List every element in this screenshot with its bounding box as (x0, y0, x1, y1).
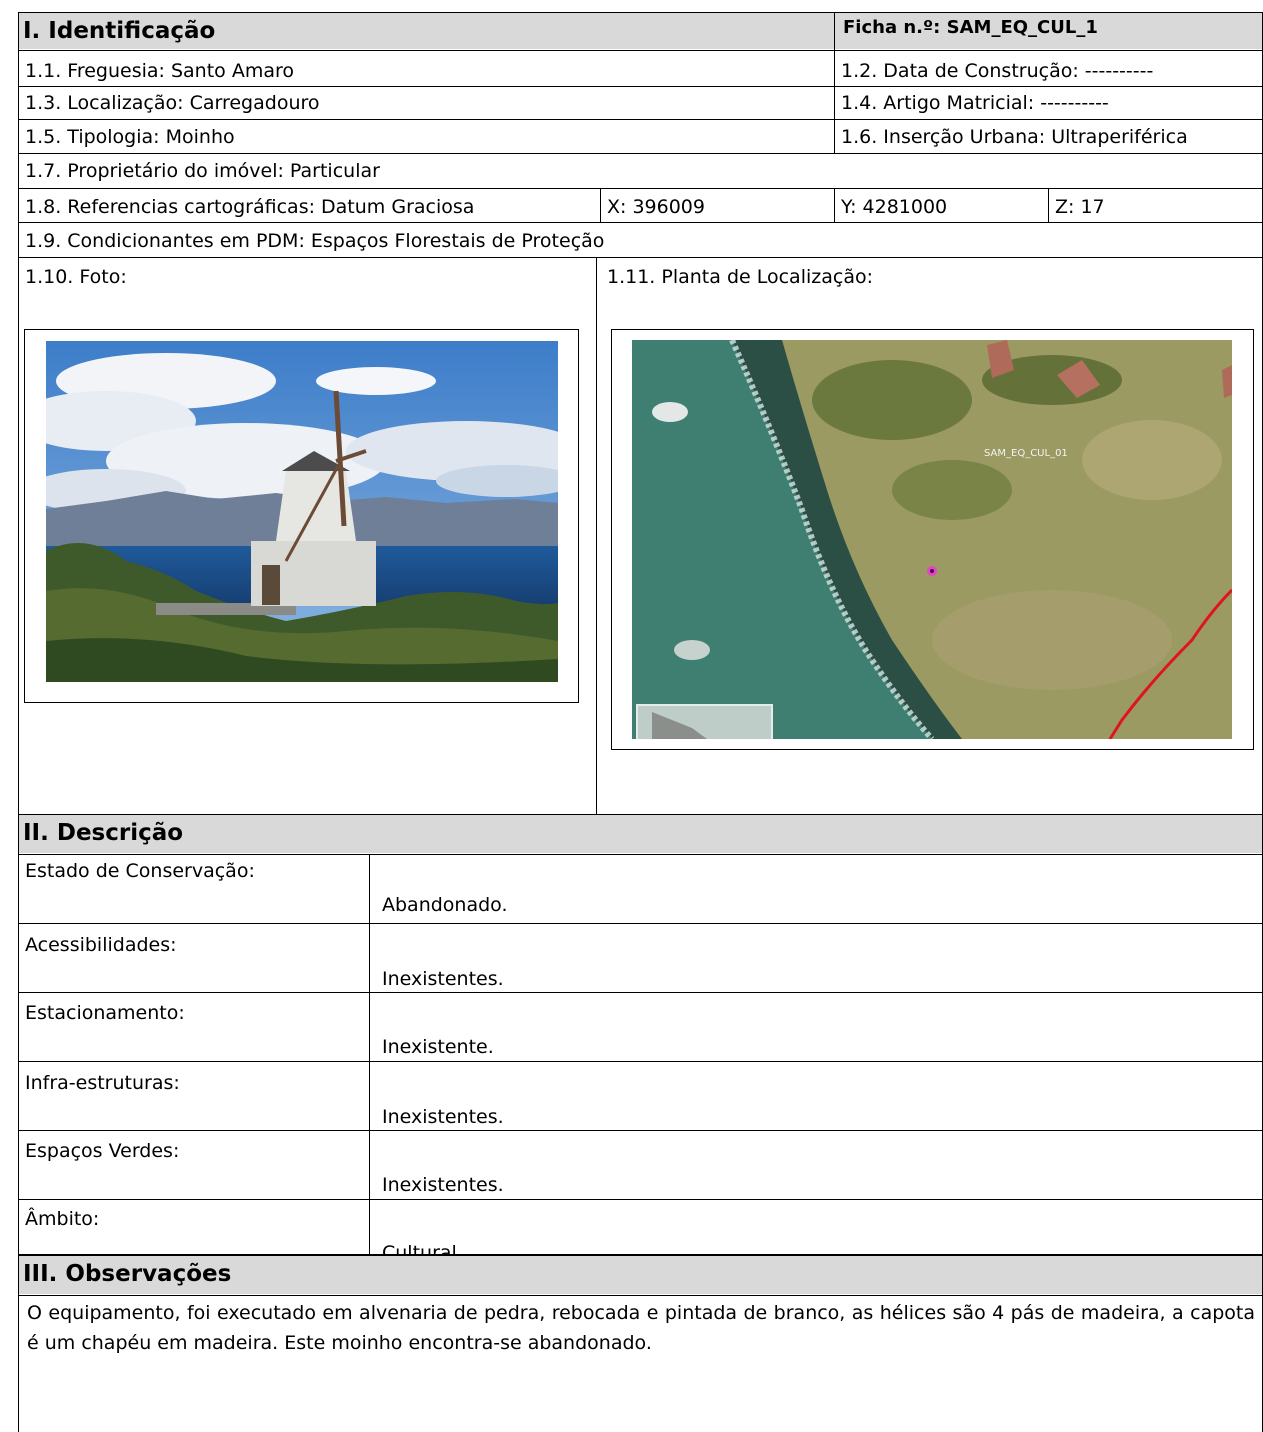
descricao-label-estacionamento: Estacionamento: (25, 1002, 185, 1024)
field-tipologia: 1.5. Tipologia: Moinho (25, 126, 235, 148)
section-identificacao-header: I. Identificação (19, 13, 835, 49)
field-condicionantes: 1.9. Condicionantes em PDM: Espaços Flor… (25, 230, 605, 252)
field-foto-label: 1.10. Foto: (25, 266, 127, 288)
descricao-label-espacos-verdes: Espaços Verdes: (25, 1140, 180, 1162)
field-z-coordinate: Z: 17 (1055, 196, 1105, 218)
grid-line (18, 992, 1263, 993)
grid-line (18, 923, 1263, 924)
grid-line (18, 119, 1263, 120)
grid-line (18, 188, 1263, 189)
descricao-value-conservacao: Abandonado. (382, 894, 508, 916)
grid-line (596, 257, 597, 814)
field-artigo-matricial: 1.4. Artigo Matricial: ---------- (841, 92, 1109, 114)
section-descricao-header: II. Descrição (19, 815, 1263, 853)
grid-line (18, 1061, 1263, 1062)
field-y-coordinate: Y: 4281000 (841, 196, 948, 218)
grid-line (18, 12, 19, 1432)
field-freguesia: 1.1. Freguesia: Santo Amaro (25, 60, 295, 82)
grid-line (18, 1254, 1263, 1256)
grid-line (18, 86, 1263, 87)
grid-line (834, 12, 835, 154)
descricao-label-conservacao: Estado de Conservação: (25, 860, 255, 882)
descricao-value-espacos-verdes: Inexistentes. (382, 1174, 504, 1196)
section-observacoes-header: III. Observações (19, 1256, 1263, 1294)
field-data-construcao: 1.2. Data de Construção: ---------- (841, 60, 1154, 82)
field-referencias: 1.8. Referencias cartográficas: Datum Gr… (25, 196, 475, 218)
grid-line (18, 1295, 1263, 1296)
grid-line (18, 814, 1263, 815)
grid-line (18, 1199, 1263, 1200)
descricao-label-acessibilidades: Acessibilidades: (25, 934, 177, 956)
grid-line (369, 854, 370, 1255)
grid-line (18, 222, 1263, 223)
grid-line (18, 50, 1263, 51)
descricao-value-infraestruturas: Inexistentes. (382, 1106, 504, 1128)
descricao-value-estacionamento: Inexistente. (382, 1036, 494, 1058)
field-localizacao: 1.3. Localização: Carregadouro (25, 92, 320, 114)
grid-line (18, 153, 1263, 154)
map-point-label: SAM_EQ_CUL_01 (984, 448, 1068, 459)
field-proprietario: 1.7. Proprietário do imóvel: Particular (25, 160, 380, 182)
descricao-label-ambito: Âmbito: (25, 1208, 100, 1230)
grid-line (1048, 188, 1049, 223)
grid-line (600, 188, 601, 223)
field-planta-label: 1.11. Planta de Localização: (607, 266, 873, 288)
location-map: SAM_EQ_CUL_01 (632, 340, 1232, 739)
grid-line (18, 257, 1263, 258)
windmill-photo (46, 341, 558, 682)
descricao-value-acessibilidades: Inexistentes. (382, 968, 504, 990)
field-insercao-urbana: 1.6. Inserção Urbana: Ultraperiférica (841, 126, 1188, 148)
observacoes-text: O equipamento, foi executado em alvenari… (27, 1302, 1255, 1354)
grid-line (18, 1130, 1263, 1131)
grid-line (18, 854, 1263, 855)
grid-line (18, 12, 1263, 13)
descricao-label-infraestruturas: Infra-estruturas: (25, 1072, 180, 1094)
grid-line (834, 188, 835, 223)
ficha-number: Ficha n.º: SAM_EQ_CUL_1 (835, 13, 1263, 49)
field-x-coordinate: X: 396009 (607, 196, 705, 218)
